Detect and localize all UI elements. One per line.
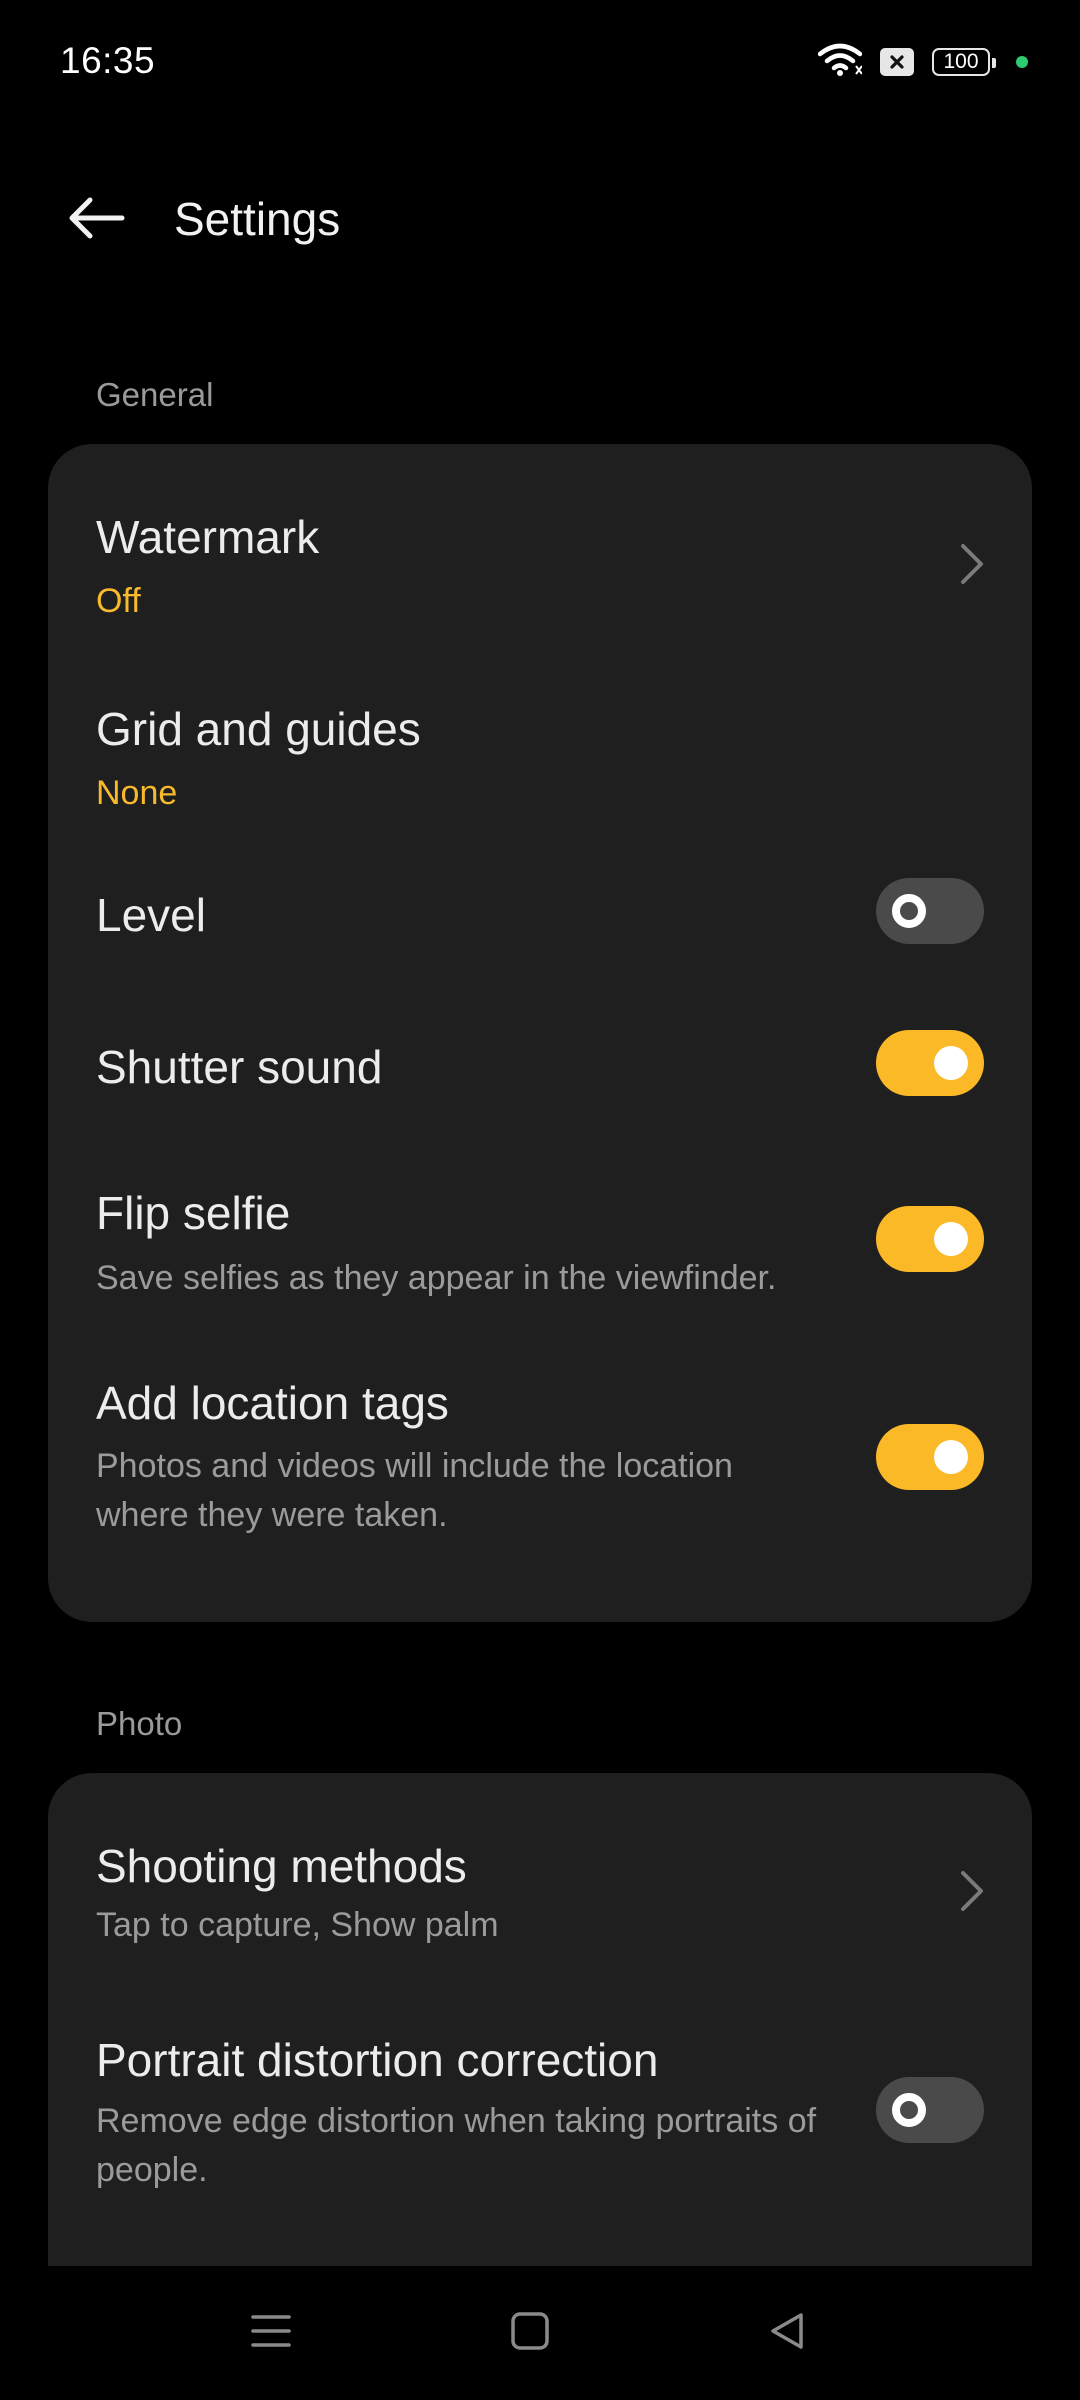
- setting-title: Shutter sound: [96, 1041, 383, 1093]
- setting-row-shutter-sound[interactable]: Shutter sound: [48, 976, 1032, 1134]
- section-label-photo: Photo: [96, 1705, 183, 1742]
- setting-title: Flip selfie: [96, 1187, 291, 1239]
- level-toggle[interactable]: [876, 878, 984, 944]
- system-nav-bar: [0, 2266, 1080, 2400]
- toggle-knob: [892, 2093, 926, 2127]
- setting-row-portrait-distortion-correction[interactable]: Portrait distortion correction Remove ed…: [48, 1963, 1032, 2266]
- app-bar: Settings: [0, 170, 1080, 270]
- setting-subtitle: Tap to capture, Show palm: [96, 1906, 499, 1944]
- status-icons: 100: [817, 38, 1028, 86]
- toggle-knob: [892, 894, 926, 928]
- battery-icon: 100: [932, 48, 996, 76]
- setting-subtitle: Remove edge distortion when taking portr…: [96, 2102, 817, 2189]
- back-triangle-icon[interactable]: [752, 2296, 822, 2366]
- setting-row-grid-and-guides[interactable]: Grid and guides None: [48, 634, 1032, 824]
- toggle-knob: [934, 1222, 968, 1256]
- status-bar: 16:35 100: [0, 0, 1080, 124]
- page-title: Settings: [174, 193, 341, 245]
- home-square-icon[interactable]: [495, 2296, 565, 2366]
- toggle-knob: [934, 1046, 968, 1080]
- flip-selfie-toggle[interactable]: [876, 1206, 984, 1272]
- setting-row-watermark[interactable]: Watermark Off: [48, 444, 1032, 634]
- portrait-distortion-toggle[interactable]: [876, 2077, 984, 2143]
- chevron-right-icon: [952, 534, 992, 594]
- setting-subtitle: Save selfies as they appear in the viewf…: [96, 1259, 777, 1297]
- wifi-icon: [817, 42, 863, 83]
- shutter-sound-toggle[interactable]: [876, 1030, 984, 1096]
- setting-row-add-location-tags[interactable]: Add location tags Photos and videos will…: [48, 1324, 1032, 1622]
- setting-title: Portrait distortion correction: [96, 2034, 659, 2086]
- menu-icon[interactable]: [236, 2296, 306, 2366]
- privacy-indicator-dot: [1016, 56, 1028, 68]
- sim-off-icon: [880, 48, 914, 76]
- status-time: 16:35: [60, 40, 156, 81]
- setting-row-level[interactable]: Level: [48, 824, 1032, 976]
- setting-title: Watermark: [96, 511, 320, 563]
- setting-row-shooting-methods[interactable]: Shooting methods Tap to capture, Show pa…: [48, 1773, 1032, 1963]
- chevron-right-icon: [952, 1861, 992, 1921]
- setting-title: Grid and guides: [96, 703, 421, 755]
- back-button[interactable]: [56, 184, 136, 256]
- toggle-knob: [934, 1440, 968, 1474]
- arrow-left-icon: [66, 196, 126, 245]
- setting-title: Level: [96, 889, 206, 941]
- setting-value: Off: [96, 582, 141, 620]
- setting-value: None: [96, 774, 178, 812]
- photo-settings-card: Shooting methods Tap to capture, Show pa…: [48, 1773, 1032, 2266]
- location-tags-toggle[interactable]: [876, 1424, 984, 1490]
- setting-row-flip-selfie[interactable]: Flip selfie Save selfies as they appear …: [48, 1134, 1032, 1324]
- section-label-general: General: [96, 376, 214, 413]
- setting-title: Add location tags: [96, 1377, 449, 1429]
- general-settings-card: Watermark Off Grid and guides None Level…: [48, 444, 1032, 1622]
- setting-title: Shooting methods: [96, 1840, 467, 1892]
- setting-subtitle: Photos and videos will include the locat…: [96, 1447, 733, 1534]
